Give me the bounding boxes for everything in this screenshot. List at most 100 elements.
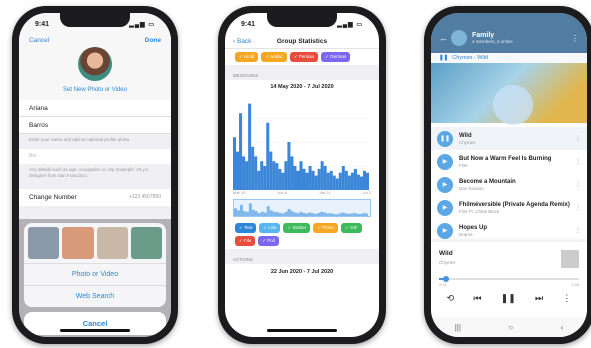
phone-group-statistics: 9:41 ▂▄▆ ▭ ‹ Back Group Statistics ✓ Hin… xyxy=(218,6,386,344)
phone-music-player: ← Family 4 members, 2 online ⋮ ❚❚ Chymes… xyxy=(424,6,591,344)
back-arrow-icon[interactable]: ← xyxy=(439,33,451,43)
cancel-link[interactable]: Cancel xyxy=(29,37,49,44)
language-chip[interactable]: ✓ German xyxy=(321,52,351,62)
chart-bar xyxy=(365,172,369,190)
photo-thumb[interactable] xyxy=(96,227,128,259)
back-button[interactable]: ‹ Back xyxy=(233,38,273,45)
messages-chart-svg xyxy=(233,94,369,190)
track-row[interactable]: ▶ Fhilméversible (Private Agenda Remix) Fl… xyxy=(431,196,587,219)
pause-icon[interactable]: ❚❚ xyxy=(437,130,453,147)
track-row[interactable]: ▶ Become a Mountain Dan Dosson ⋮ xyxy=(431,173,587,196)
chat-title: Family xyxy=(472,32,495,39)
chart-bar xyxy=(281,172,285,190)
minimap-bar xyxy=(278,212,282,216)
minimap-bar xyxy=(308,212,312,216)
time-elapsed: 0:11 xyxy=(439,282,447,287)
camera-thumb[interactable] xyxy=(28,227,60,259)
set-photo-link[interactable]: Set New Photo or Video xyxy=(19,81,171,100)
group-avatar[interactable] xyxy=(451,30,467,46)
message-type-chips: ✓ Text ✓ Link ✓ Sticker ✓ Photo ✓ GIF ✓ File ✓… xyxy=(225,217,379,249)
track-row[interactable]: ▶ But Now a Warm Feel Is Burning Flint ⋮ xyxy=(431,150,587,173)
chart-bar xyxy=(344,170,348,190)
mini-player-title: Chymes - Wild xyxy=(452,55,488,61)
x-tick-label: Jun 21 xyxy=(318,190,331,195)
play-icon[interactable]: ▶ xyxy=(437,176,453,193)
mini-player-bar[interactable]: ❚❚ Chymes - Wild xyxy=(431,53,587,63)
more-vert-icon[interactable]: ⋮ xyxy=(575,158,581,165)
track-row[interactable]: ▶ Hopes Up Drama ⋮ xyxy=(431,219,587,242)
minimap-bar xyxy=(290,211,294,216)
message-type-chip[interactable]: ✓ Photo xyxy=(313,223,339,233)
message-type-chip[interactable]: ✓ Poll xyxy=(258,236,279,246)
last-name-field[interactable]: Barros xyxy=(19,117,171,134)
phone-edit-profile: 9:41 ▂▄▆ ▭ Cancel Done Set New Photo or … xyxy=(12,6,178,344)
messages-chart[interactable] xyxy=(233,94,371,190)
more-vert-icon[interactable]: ⋮ xyxy=(571,34,579,43)
change-number-label: Change Number xyxy=(29,194,77,201)
minimap-bar xyxy=(362,213,366,216)
next-icon[interactable]: ⏭ xyxy=(535,293,543,304)
chart-bar xyxy=(278,168,282,190)
minimap-bar xyxy=(236,210,240,216)
more-vert-icon[interactable]: ⋮ xyxy=(575,204,581,211)
message-type-chip[interactable]: ✓ Sticker xyxy=(283,223,311,233)
play-icon[interactable]: ▶ xyxy=(437,153,453,170)
chart-bar xyxy=(257,170,261,190)
language-chip[interactable]: ✓ Arabic xyxy=(261,52,287,62)
time-total: 2:56 xyxy=(571,282,579,287)
change-number-row[interactable]: Change Number +123 4567890 xyxy=(19,189,171,206)
message-type-chip[interactable]: ✓ GIF xyxy=(341,223,362,233)
phone-number-value: +123 4567890 xyxy=(128,194,161,200)
more-vert-icon[interactable]: ⋮ xyxy=(575,135,581,142)
home-indicator xyxy=(60,329,130,332)
more-vert-icon[interactable]: ⋮ xyxy=(562,293,571,304)
back-icon[interactable]: ‹ xyxy=(561,323,564,332)
previous-icon[interactable]: ⏮ xyxy=(473,293,481,304)
message-type-chip[interactable]: ✓ Link xyxy=(259,223,281,233)
status-time: 9:41 xyxy=(35,20,50,28)
bio-field[interactable]: Bio xyxy=(19,149,171,164)
recents-icon[interactable]: ||| xyxy=(455,323,461,332)
chart-bar xyxy=(296,170,300,190)
minimap-bar xyxy=(302,212,306,216)
chart-bar xyxy=(299,161,303,190)
more-vert-icon[interactable]: ⋮ xyxy=(575,227,581,234)
language-chip[interactable]: ✓ Hindi xyxy=(235,52,259,62)
chart-bar xyxy=(338,172,342,190)
chart-bar xyxy=(311,170,315,190)
language-chip[interactable]: ✓ Persian xyxy=(289,52,319,62)
back-label: Back xyxy=(236,38,252,45)
minimap-bar xyxy=(299,211,303,216)
minimap-bar xyxy=(332,213,336,216)
track-list: ❚❚ Wild Chymes ⋮ ▶ But Now a Warm Feel Is Bur… xyxy=(431,123,587,242)
repeat-icon[interactable]: ⟲ xyxy=(447,293,455,304)
pause-icon[interactable]: ❚❚ xyxy=(501,293,516,304)
web-search-button[interactable]: Web Search xyxy=(24,285,166,307)
profile-avatar[interactable] xyxy=(78,47,112,81)
progress-bar[interactable] xyxy=(439,276,579,282)
track-row[interactable]: ❚❚ Wild Chymes ⋮ xyxy=(431,127,587,150)
done-link[interactable]: Done xyxy=(145,37,161,44)
more-vert-icon[interactable]: ⋮ xyxy=(575,181,581,188)
play-icon[interactable]: ▶ xyxy=(437,199,453,216)
photo-thumb[interactable] xyxy=(130,227,162,259)
chart-bar xyxy=(233,137,237,190)
minimap-bar xyxy=(257,213,261,216)
message-type-chip[interactable]: ✓ File xyxy=(235,236,256,246)
photo-or-video-button[interactable]: Photo or Video xyxy=(24,263,166,285)
play-icon[interactable]: ▶ xyxy=(437,222,453,239)
first-name-field[interactable]: Ariana xyxy=(19,100,171,117)
message-type-chip[interactable]: ✓ Text xyxy=(235,223,257,233)
chart-range-selector[interactable] xyxy=(233,199,371,217)
minimap-bar xyxy=(234,208,237,216)
chart-bar xyxy=(350,172,354,190)
minimap-bar xyxy=(305,213,309,216)
chart-bar xyxy=(245,161,249,190)
pause-icon[interactable]: ❚❚ xyxy=(439,55,448,61)
chart-bar xyxy=(329,170,333,190)
photo-thumb[interactable] xyxy=(62,227,94,259)
progress-handle[interactable] xyxy=(443,276,449,282)
minimap-bar xyxy=(239,204,243,216)
minimap-bar xyxy=(350,213,354,216)
home-icon[interactable]: ○ xyxy=(508,323,513,332)
